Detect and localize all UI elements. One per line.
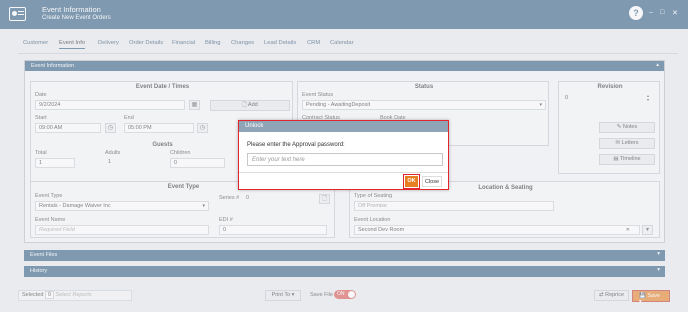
dialog-divider — [239, 172, 448, 173]
ok-button[interactable]: OK — [403, 174, 420, 189]
dialog-title: Unlock — [239, 121, 448, 132]
close-button[interactable]: Close — [422, 176, 442, 187]
unlock-dialog: Unlock Please enter the Approval passwor… — [238, 120, 449, 190]
password-prompt: Please enter the Approval password: — [247, 142, 345, 148]
password-input[interactable]: Enter your text here — [247, 153, 443, 166]
